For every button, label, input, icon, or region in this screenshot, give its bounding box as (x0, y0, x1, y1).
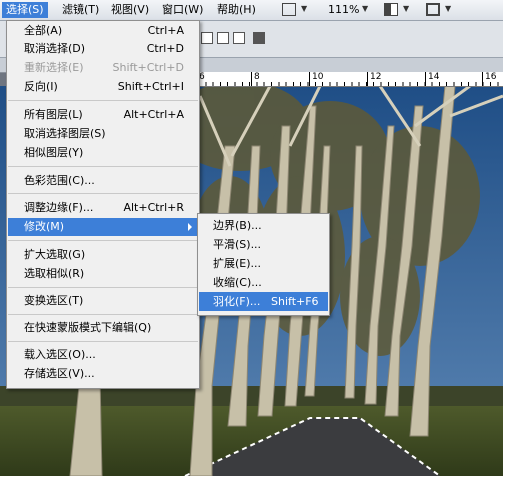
menu-item-transform-selection[interactable]: 变换选区(T) (8, 292, 198, 310)
menu-item-shortcut: Ctrl+D (146, 42, 184, 55)
menu-item-shortcut: Shift+Ctrl+I (117, 80, 184, 93)
submenu-item-expand[interactable]: 扩展(E)... (199, 254, 328, 273)
menu-separator (8, 166, 198, 167)
menu-item-save-selection[interactable]: 存储选区(V)... (8, 365, 198, 383)
menu-bar: 选择(S) 滤镜(T) 视图(V) 窗口(W) 帮助(H) ▼ 111% ▼ ▼… (0, 0, 503, 21)
photoshop-window: 选择(S) 滤镜(T) 视图(V) 窗口(W) 帮助(H) ▼ 111% ▼ ▼… (0, 0, 503, 476)
menu-separator (8, 193, 198, 194)
menu-item-similar[interactable]: 选取相似(R) (8, 265, 198, 283)
menu-item-shortcut: Alt+Ctrl+A (123, 108, 184, 121)
chevron-down-icon[interactable]: ▼ (362, 4, 368, 13)
menu-item-label: 在快速蒙版模式下编辑(Q) (24, 321, 152, 334)
new-selection-icon[interactable] (201, 32, 213, 44)
intersect-selection-icon[interactable] (253, 32, 265, 44)
ruler-tick (482, 72, 483, 86)
menu-item-label: 选取相似(R) (24, 267, 85, 280)
menu-select[interactable]: 选择(S) (2, 2, 48, 18)
submenu-item-label: 平滑(S)... (213, 238, 262, 251)
chevron-down-icon[interactable]: ▼ (403, 4, 409, 13)
menu-item-modify[interactable]: 修改(M) (8, 218, 198, 236)
screen-mode-icon[interactable] (426, 3, 440, 16)
add-to-selection-icon[interactable] (217, 32, 229, 44)
submenu-item-shortcut: Shift+F6 (271, 295, 319, 308)
menu-item-color-range[interactable]: 色彩范围(C)... (8, 172, 198, 190)
modify-submenu: 边界(B)... 平滑(S)... 扩展(E)... 收缩(C)... 羽化(F… (197, 213, 330, 316)
menu-item-label: 全部(A) (24, 24, 63, 37)
ruler-label: 16 (485, 72, 497, 82)
ruler-tick (367, 72, 368, 86)
launch-bridge-icon[interactable] (282, 3, 296, 16)
menu-item-label: 调整边缘(F)... (24, 201, 94, 214)
subtract-from-selection-icon[interactable] (233, 32, 245, 44)
menu-item-refine-edge[interactable]: 调整边缘(F)... Alt+Ctrl+R (8, 199, 198, 217)
menu-item-label: 重新选择(E) (24, 61, 84, 74)
ruler-label: 14 (428, 72, 440, 82)
menu-item-similar-layers[interactable]: 相似图层(Y) (8, 144, 198, 162)
submenu-item-smooth[interactable]: 平滑(S)... (199, 235, 328, 254)
submenu-item-border[interactable]: 边界(B)... (199, 216, 328, 235)
menu-view[interactable]: 视图(V) (107, 2, 153, 18)
menu-separator (8, 100, 198, 101)
chevron-down-icon[interactable]: ▼ (301, 4, 307, 13)
menu-item-quick-mask[interactable]: 在快速蒙版模式下编辑(Q) (8, 319, 198, 337)
menu-separator (8, 240, 198, 241)
ruler-tick (425, 72, 426, 86)
menu-item-all-layers[interactable]: 所有图层(L) Alt+Ctrl+A (8, 106, 198, 124)
menu-item-label: 修改(M) (24, 220, 65, 233)
menu-separator (8, 314, 198, 315)
menu-item-reselect: 重新选择(E) Shift+Ctrl+D (8, 59, 198, 77)
ruler-tick (251, 72, 252, 86)
menu-item-label: 载入选区(O)... (24, 348, 96, 361)
submenu-arrow-icon (188, 223, 192, 231)
menu-item-label: 存储选区(V)... (24, 367, 95, 380)
menu-item-label: 所有图层(L) (24, 108, 83, 121)
menu-item-inverse[interactable]: 反向(I) Shift+Ctrl+I (8, 78, 198, 96)
menu-separator (8, 287, 198, 288)
submenu-item-label: 边界(B)... (213, 219, 262, 232)
menu-item-label: 取消选择图层(S) (24, 127, 106, 140)
menu-item-shortcut: Shift+Ctrl+D (112, 61, 184, 74)
submenu-item-label: 扩展(E)... (213, 257, 262, 270)
ruler-label: 10 (312, 72, 324, 82)
select-menu: 全部(A) Ctrl+A 取消选择(D) Ctrl+D 重新选择(E) Shif… (6, 20, 200, 389)
ruler-label: 8 (254, 72, 260, 82)
menu-item-label: 变换选区(T) (24, 294, 84, 307)
horizontal-ruler: 6 8 10 12 14 16 (198, 72, 503, 87)
menu-item-shortcut: Ctrl+A (147, 24, 184, 37)
chevron-down-icon[interactable]: ▼ (445, 4, 451, 13)
menu-item-all[interactable]: 全部(A) Ctrl+A (8, 22, 198, 40)
menu-item-deselect-layers[interactable]: 取消选择图层(S) (8, 125, 198, 143)
arrange-documents-icon[interactable] (384, 3, 398, 16)
zoom-level[interactable]: 111% (328, 2, 359, 18)
submenu-item-label: 收缩(C)... (213, 276, 262, 289)
menu-item-load-selection[interactable]: 载入选区(O)... (8, 346, 198, 364)
menu-window[interactable]: 窗口(W) (158, 2, 207, 18)
menu-item-label: 色彩范围(C)... (24, 174, 95, 187)
submenu-item-label: 羽化(F)... (213, 295, 261, 308)
menu-item-deselect[interactable]: 取消选择(D) Ctrl+D (8, 40, 198, 58)
ruler-label: 12 (370, 72, 382, 82)
menu-item-label: 取消选择(D) (24, 42, 86, 55)
menu-separator (8, 341, 198, 342)
menu-item-label: 相似图层(Y) (24, 146, 84, 159)
menu-item-label: 反向(I) (24, 80, 58, 93)
menu-filter[interactable]: 滤镜(T) (58, 2, 103, 18)
menu-item-label: 扩大选取(G) (24, 248, 86, 261)
submenu-item-feather[interactable]: 羽化(F)... Shift+F6 (199, 292, 328, 311)
menu-item-grow[interactable]: 扩大选取(G) (8, 246, 198, 264)
submenu-item-contract[interactable]: 收缩(C)... (199, 273, 328, 292)
menu-item-shortcut: Alt+Ctrl+R (123, 201, 184, 214)
ruler-tick (309, 72, 310, 86)
menu-help[interactable]: 帮助(H) (213, 2, 260, 18)
